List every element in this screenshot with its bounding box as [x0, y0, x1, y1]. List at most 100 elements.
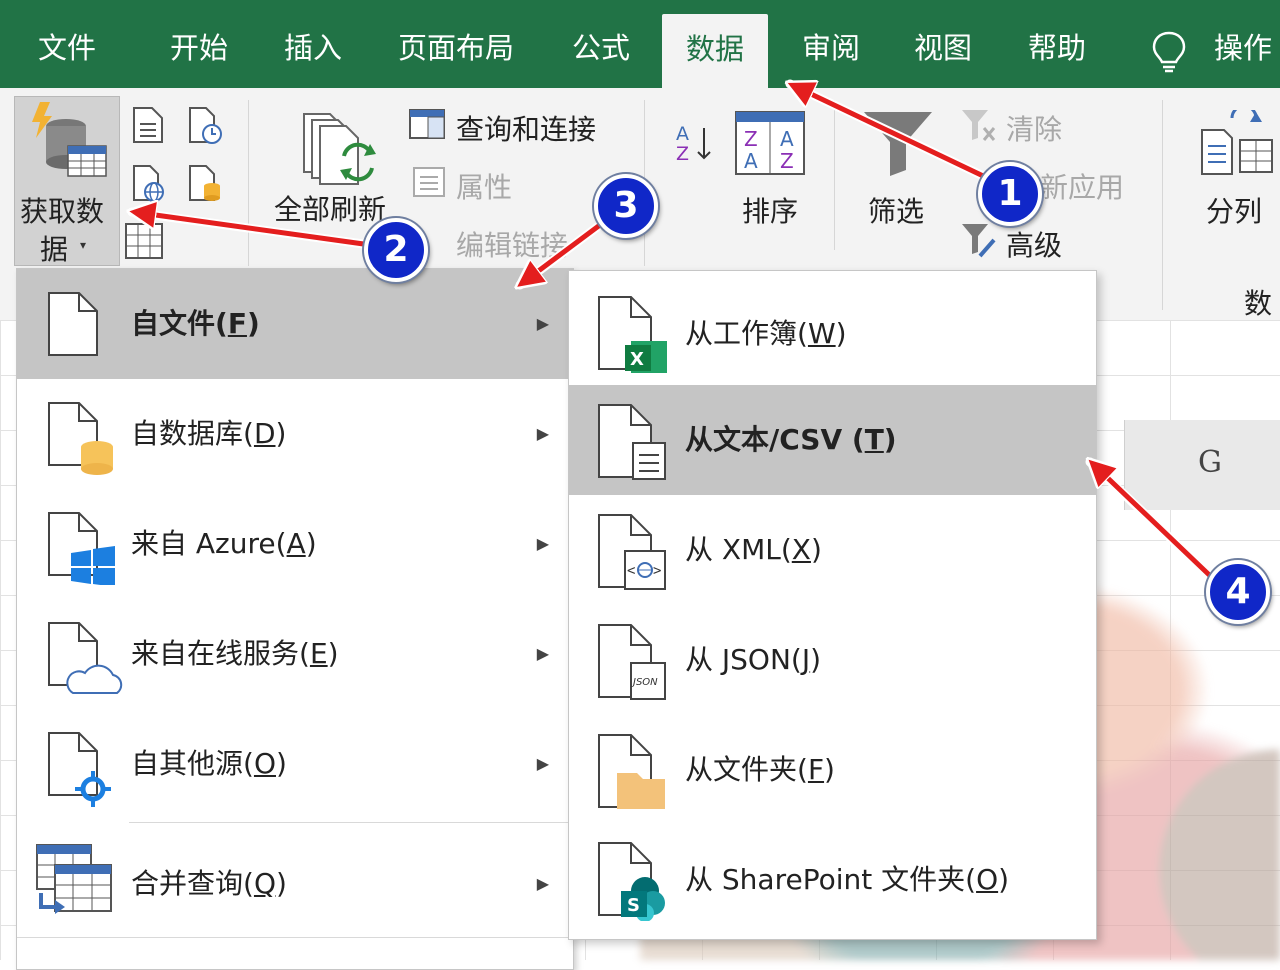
tab-help[interactable]: 帮助	[1028, 0, 1086, 88]
svg-text:A: A	[780, 127, 794, 151]
menu-item-label: 自其他源(O)	[131, 747, 287, 780]
sort-a-to-z-icon[interactable]: A Z	[674, 120, 714, 164]
existing-connections-icon[interactable]	[186, 164, 224, 202]
get-data-label-2: 据	[40, 233, 69, 266]
svg-text:A: A	[744, 149, 758, 173]
get-data-icon	[32, 102, 107, 177]
callout-badge-4: 4	[1206, 560, 1270, 624]
edit-links-label: 编辑链接	[456, 229, 569, 262]
group-separator	[248, 100, 249, 266]
callout-badge-3: 3	[594, 174, 658, 238]
queries-connections-icon[interactable]	[408, 108, 446, 140]
submenu-arrow-icon: ▶	[536, 874, 549, 893]
svg-text:Z: Z	[676, 143, 689, 164]
svg-text:<: <	[627, 563, 635, 579]
menu-item-from-folder[interactable]: 从文件夹(F)	[569, 715, 1096, 825]
menu-separator	[17, 937, 573, 938]
submenu-arrow-icon: ▶	[536, 534, 549, 553]
folder-file-icon	[598, 734, 665, 809]
svg-text:Z: Z	[780, 149, 794, 173]
sharepoint-file-icon: S	[598, 842, 665, 921]
callout-badge-2: 2	[364, 218, 428, 282]
properties-icon	[413, 167, 445, 197]
combine-queries-icon	[36, 844, 112, 914]
reapply-label: 新应用	[1040, 171, 1125, 204]
submenu-arrow-icon: ▶	[536, 754, 549, 773]
menu-item-label: 从工作簿(W)	[685, 317, 847, 350]
queries-connections-label[interactable]: 查询和连接	[456, 108, 596, 148]
svg-text:JSON: JSON	[631, 677, 658, 688]
filter-label[interactable]: 筛选	[868, 190, 924, 230]
menu-item-from-text-csv[interactable]: 从文本/CSV (T)	[569, 385, 1096, 495]
menu-item-from-database[interactable]: 自数据库(D) ▶	[17, 379, 573, 489]
svg-text:X: X	[630, 349, 644, 370]
menu-item-from-online-services[interactable]: 来自在线服务(E) ▶	[17, 599, 573, 709]
text-to-columns-icon[interactable]	[1198, 110, 1274, 176]
menu-item-label: 合并查询(Q)	[131, 867, 287, 900]
svg-text:A: A	[676, 123, 689, 145]
submenu-arrow-icon: ▶	[536, 644, 549, 663]
tab-data[interactable]: 数据	[662, 14, 769, 88]
menu-item-from-file[interactable]: 自文件(F) ▶	[17, 269, 573, 379]
xml-file-icon: < >	[598, 514, 666, 590]
tab-view[interactable]: 视图	[914, 0, 972, 88]
menu-item-label: 从 XML(X)	[685, 533, 822, 566]
menu-item-label: 从 JSON(J)	[685, 643, 822, 676]
svg-text:S: S	[627, 895, 640, 916]
cloud-file-icon	[48, 622, 123, 694]
tab-page-layout[interactable]: 页面布局	[398, 0, 514, 88]
from-web-icon[interactable]	[130, 164, 168, 202]
menu-separator	[129, 822, 573, 823]
database-file-icon	[48, 402, 113, 475]
dropdown-caret-icon: ▾	[80, 238, 87, 252]
clear-label: 清除	[1006, 113, 1063, 146]
get-data-label-1: 获取数	[20, 195, 105, 228]
tab-formulas[interactable]: 公式	[572, 0, 630, 88]
menu-item-from-other-sources[interactable]: 自其他源(O) ▶	[17, 709, 573, 819]
tab-insert[interactable]: 插入	[284, 0, 342, 88]
group-separator	[1162, 100, 1163, 310]
menu-item-from-sharepoint-folder[interactable]: S 从 SharePoint 文件夹(O)	[569, 825, 1096, 935]
menu-item-from-azure[interactable]: 来自 Azure(A) ▶	[17, 489, 573, 599]
text-to-columns-label[interactable]: 分列	[1206, 190, 1262, 230]
menu-item-label: 从 SharePoint 文件夹(O)	[685, 863, 1010, 896]
text-csv-file-icon	[598, 404, 666, 480]
azure-file-icon	[48, 512, 115, 585]
tab-review[interactable]: 审阅	[802, 0, 860, 88]
menu-item-from-json[interactable]: JSON 从 JSON(J)	[569, 605, 1096, 715]
advanced-filter-icon[interactable]	[960, 222, 998, 262]
from-table-icon[interactable]	[124, 222, 164, 262]
tab-home[interactable]: 开始	[170, 0, 228, 88]
tab-file[interactable]: 文件	[38, 0, 96, 88]
menu-item-label: 来自在线服务(E)	[131, 637, 339, 670]
excel-file-icon: X	[598, 296, 667, 373]
data-tools-group-label: 数	[1244, 287, 1273, 320]
menu-item-label: 自数据库(D)	[131, 417, 287, 450]
sort-label[interactable]: 排序	[742, 190, 798, 230]
recent-sources-icon[interactable]	[186, 106, 224, 144]
menu-item-from-workbook[interactable]: X 从工作簿(W)	[569, 279, 1096, 389]
svg-text:Z: Z	[744, 127, 758, 151]
other-source-file-icon	[48, 732, 111, 807]
menu-item-label: 从文件夹(F)	[685, 753, 835, 786]
get-data-menu: 自文件(F) ▶ 自数据库(D) ▶ 来自 Azure(A) ▶ 来自在线服务(…	[16, 268, 574, 970]
refresh-all-label[interactable]: 全部刷新	[274, 188, 386, 228]
clear-filter-icon	[962, 110, 996, 141]
from-text-icon[interactable]	[130, 106, 166, 144]
advanced-label[interactable]: 高级	[1006, 224, 1062, 264]
lightbulb-icon[interactable]	[1150, 30, 1188, 74]
sort-dialog-icon[interactable]: Z A A Z	[734, 110, 806, 176]
menu-item-label: 从文本/CSV (T)	[685, 423, 897, 456]
refresh-all-icon[interactable]	[298, 110, 382, 190]
properties-label: 属性	[456, 171, 513, 204]
submenu-arrow-icon: ▶	[536, 424, 549, 443]
menu-item-from-xml[interactable]: < > 从 XML(X)	[569, 495, 1096, 605]
from-file-submenu: X 从工作簿(W) 从文本/CSV (T) < > 从 XML(X) JSON …	[568, 270, 1097, 940]
filter-icon[interactable]	[862, 110, 934, 176]
menu-item-combine-queries[interactable]: 合并查询(Q) ▶	[17, 829, 573, 939]
file-icon	[48, 292, 98, 356]
json-file-icon: JSON	[598, 624, 666, 700]
column-header-g-label: G	[1198, 445, 1222, 480]
menu-item-label: 来自 Azure(A)	[131, 527, 317, 560]
tell-me-search[interactable]: 操作	[1214, 0, 1272, 88]
